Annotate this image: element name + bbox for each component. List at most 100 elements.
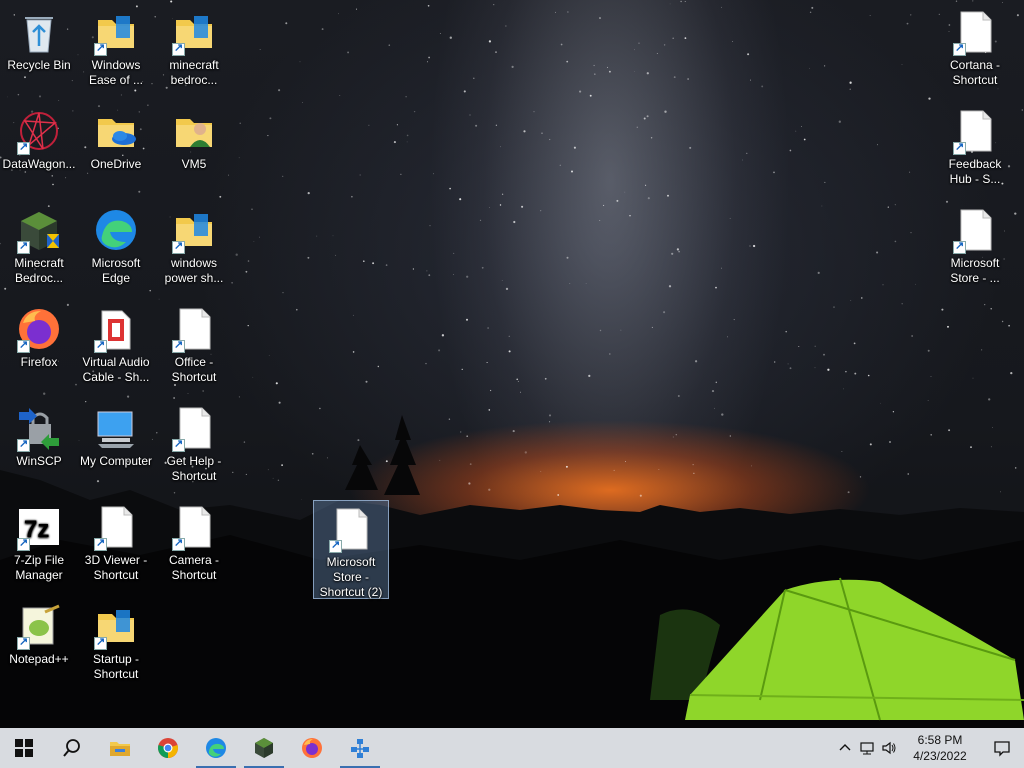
star	[984, 304, 986, 306]
desktop-icon-my-computer[interactable]: My Computer	[78, 400, 154, 469]
desktop-icon-vm5[interactable]: VM5	[156, 103, 232, 172]
show-hidden-icons-button[interactable]	[834, 728, 856, 768]
desktop-icon-onedrive[interactable]: OneDrive	[78, 103, 154, 172]
star	[687, 78, 689, 80]
star	[814, 345, 816, 347]
taskbar-firefox[interactable]	[288, 728, 336, 768]
shortcut-arrow-icon	[94, 41, 107, 56]
clock-button[interactable]: 6:58 PM 4/23/2022	[900, 732, 980, 764]
star	[170, 0, 173, 3]
star	[910, 14, 912, 16]
start-button[interactable]	[0, 728, 48, 768]
desktop-icon-label: Minecraft Bedroc...	[14, 256, 64, 285]
shortcut-arrow-icon	[17, 338, 30, 353]
desktop-icon-label: Microsoft Store - Shortcut (2)	[319, 555, 383, 599]
star	[187, 393, 189, 394]
desktop-icon-windows-power-sh[interactable]: windows power sh...	[156, 202, 232, 286]
desktop-icon-minecraft-bedroc[interactable]: Minecraft Bedroc...	[1, 202, 77, 286]
star	[947, 325, 949, 328]
shortcut-arrow-icon	[17, 437, 30, 452]
star	[850, 300, 852, 301]
network-tray-button[interactable]	[856, 728, 878, 768]
star	[505, 287, 509, 291]
volume-tray-button[interactable]	[878, 728, 900, 768]
taskbar-chrome[interactable]	[144, 728, 192, 768]
star	[729, 435, 731, 437]
star	[7, 96, 8, 98]
taskbar-network-app[interactable]	[336, 728, 384, 768]
action-center-button[interactable]	[980, 728, 1024, 768]
star	[823, 353, 825, 356]
star	[120, 94, 122, 96]
desktop-icon-windows-ease-of[interactable]: Windows Ease of ...	[78, 4, 154, 88]
star	[495, 124, 498, 126]
desktop-icon-get-help-shortcut[interactable]: Get Help - Shortcut	[156, 400, 232, 484]
star	[853, 342, 856, 345]
star	[126, 395, 130, 398]
star	[715, 381, 718, 384]
desktop-icon-office-shortcut[interactable]: Office - Shortcut	[156, 301, 232, 385]
star	[560, 43, 563, 46]
star	[516, 378, 519, 381]
star	[65, 177, 67, 179]
star	[406, 134, 409, 137]
star	[909, 171, 911, 173]
star	[252, 376, 254, 378]
desktop-icon-startup-shortcut[interactable]: Startup - Shortcut	[78, 598, 154, 682]
desktop-icon-label: Camera - Shortcut	[168, 553, 219, 582]
star	[746, 152, 748, 155]
star	[571, 170, 573, 173]
desktop-icon-microsoft-store[interactable]: Microsoft Store - ...	[937, 202, 1013, 286]
desktop-icon-virtual-audio-cable-sh[interactable]: Virtual Audio Cable - Sh...	[78, 301, 154, 385]
desktop-icon-minecraft-bedroc[interactable]: minecraft bedroc...	[156, 4, 232, 88]
desktop-icon-3d-viewer-shortcut[interactable]: 3D Viewer - Shortcut	[78, 499, 154, 583]
desktop-icon-notepad[interactable]: Notepad++	[1, 598, 77, 667]
star	[232, 471, 234, 474]
desktop-icon-microsoft-store-shortcut-2[interactable]: Microsoft Store - Shortcut (2)	[313, 500, 389, 599]
desktop-icon-label: Virtual Audio Cable - Sh...	[82, 355, 150, 384]
desktop-icon-feedback-hub-s[interactable]: Feedback Hub - S...	[937, 103, 1013, 187]
desktop-icon-camera-shortcut[interactable]: Camera - Shortcut	[156, 499, 232, 583]
star	[761, 85, 764, 88]
star	[400, 173, 402, 175]
star	[238, 396, 240, 398]
star	[684, 1, 686, 2]
star	[357, 439, 360, 442]
star	[393, 141, 396, 144]
star	[774, 361, 776, 363]
desktop-icon-winscp[interactable]: WinSCP	[1, 400, 77, 469]
star	[281, 464, 283, 466]
star	[843, 388, 844, 390]
desktop-icon-label: Firefox	[20, 355, 58, 369]
star	[673, 76, 676, 79]
star	[656, 53, 658, 55]
user-folder-icon	[176, 119, 212, 147]
star	[651, 326, 653, 328]
star	[259, 236, 260, 238]
desktop-icon-firefox[interactable]: Firefox	[1, 301, 77, 370]
star	[845, 370, 847, 373]
star	[489, 389, 492, 392]
star	[267, 469, 269, 471]
star	[425, 362, 427, 365]
star	[671, 252, 674, 255]
desktop-icon-datawagon[interactable]: DataWagon...	[1, 103, 77, 172]
search-button[interactable]	[48, 728, 96, 768]
recycle-bin-icon	[25, 17, 53, 53]
star	[493, 4, 495, 6]
star	[809, 67, 810, 69]
star	[972, 377, 974, 379]
desktop-icon-microsoft-edge[interactable]: Microsoft Edge	[78, 202, 154, 286]
star	[955, 0, 958, 2]
taskbar-minecraft[interactable]	[240, 728, 288, 768]
desktop-icon-cortana-shortcut[interactable]: Cortana - Shortcut	[937, 4, 1013, 88]
shortcut-arrow-icon	[172, 239, 185, 254]
star	[385, 460, 388, 463]
taskbar-file-explorer[interactable]	[96, 728, 144, 768]
desktop-icon-7-zip-file-manager[interactable]: 7z7-Zip File Manager	[1, 499, 77, 583]
desktop-icon-recycle-bin[interactable]: Recycle Bin	[1, 4, 77, 73]
star	[1008, 324, 1010, 327]
taskbar-edge[interactable]	[192, 728, 240, 768]
star	[487, 327, 489, 329]
star	[588, 374, 591, 378]
